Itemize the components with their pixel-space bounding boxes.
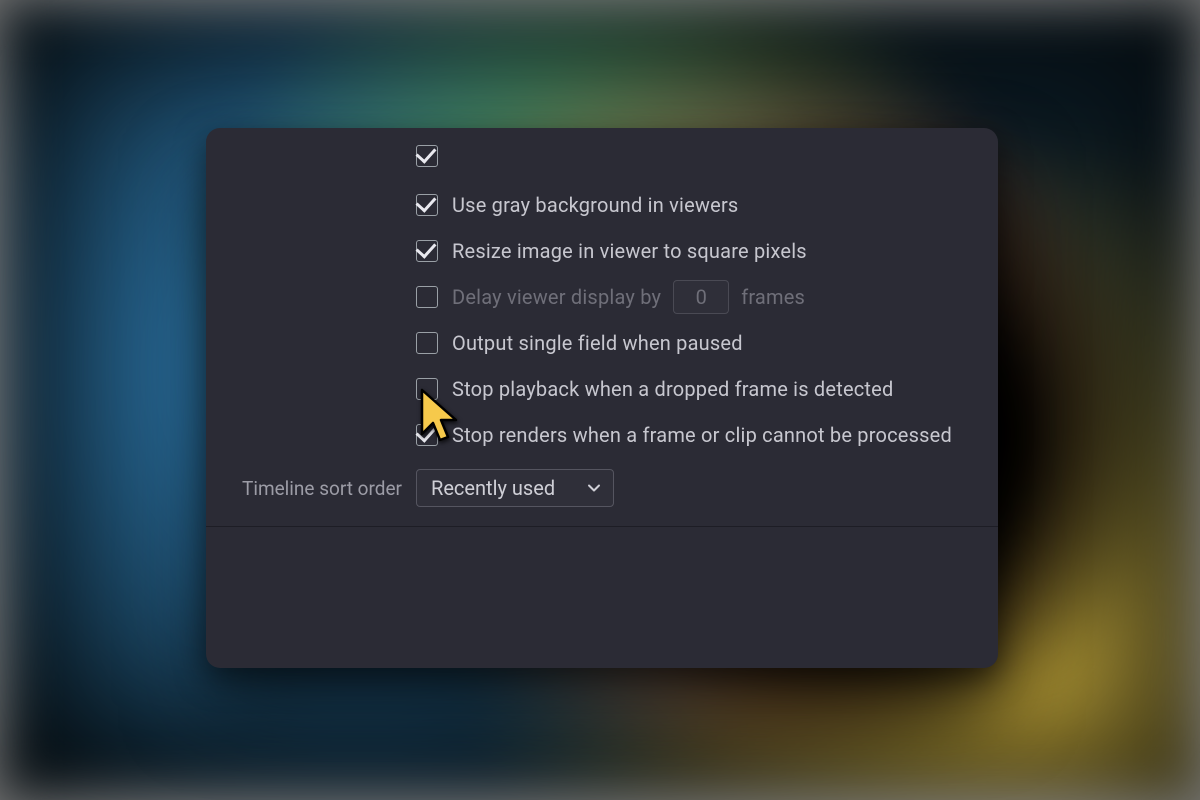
label-resize-square: Resize image in viewer to square pixels bbox=[452, 239, 807, 263]
label-gray-bg: Use gray background in viewers bbox=[452, 193, 738, 217]
checkbox-delay-viewer[interactable] bbox=[416, 286, 438, 308]
option-row-partial bbox=[206, 150, 998, 182]
checkbox-partial[interactable] bbox=[416, 145, 438, 167]
checkbox-stop-playback[interactable] bbox=[416, 378, 438, 400]
checkbox-gray-bg[interactable] bbox=[416, 194, 438, 216]
label-stop-playback: Stop playback when a dropped frame is de… bbox=[452, 377, 893, 401]
option-row-gray-bg: Use gray background in viewers bbox=[206, 182, 998, 228]
chevron-down-icon bbox=[587, 481, 601, 495]
preferences-panel: Use gray background in viewers Resize im… bbox=[206, 128, 998, 668]
label-output-single-field: Output single field when paused bbox=[452, 331, 743, 355]
label-timeline-sort: Timeline sort order bbox=[206, 477, 416, 500]
option-row-stop-playback: Stop playback when a dropped frame is de… bbox=[206, 366, 998, 412]
option-row-delay-viewer: Delay viewer display by 0 frames bbox=[206, 274, 998, 320]
option-row-resize-square: Resize image in viewer to square pixels bbox=[206, 228, 998, 274]
checkbox-resize-square[interactable] bbox=[416, 240, 438, 262]
section-divider bbox=[206, 526, 998, 527]
row-timeline-sort: Timeline sort order Recently used bbox=[206, 458, 998, 518]
options-list: Use gray background in viewers Resize im… bbox=[206, 128, 998, 527]
label-stop-renders: Stop renders when a frame or clip cannot… bbox=[452, 423, 952, 447]
select-timeline-sort[interactable]: Recently used bbox=[416, 469, 614, 507]
label-delay-viewer: Delay viewer display by bbox=[452, 285, 661, 309]
select-timeline-sort-value: Recently used bbox=[431, 476, 555, 500]
option-row-stop-renders: Stop renders when a frame or clip cannot… bbox=[206, 412, 998, 458]
label-delay-suffix: frames bbox=[741, 285, 805, 309]
checkbox-output-single-field[interactable] bbox=[416, 332, 438, 354]
checkbox-stop-renders[interactable] bbox=[416, 424, 438, 446]
option-row-output-single-field: Output single field when paused bbox=[206, 320, 998, 366]
input-delay-frames[interactable]: 0 bbox=[673, 280, 729, 314]
